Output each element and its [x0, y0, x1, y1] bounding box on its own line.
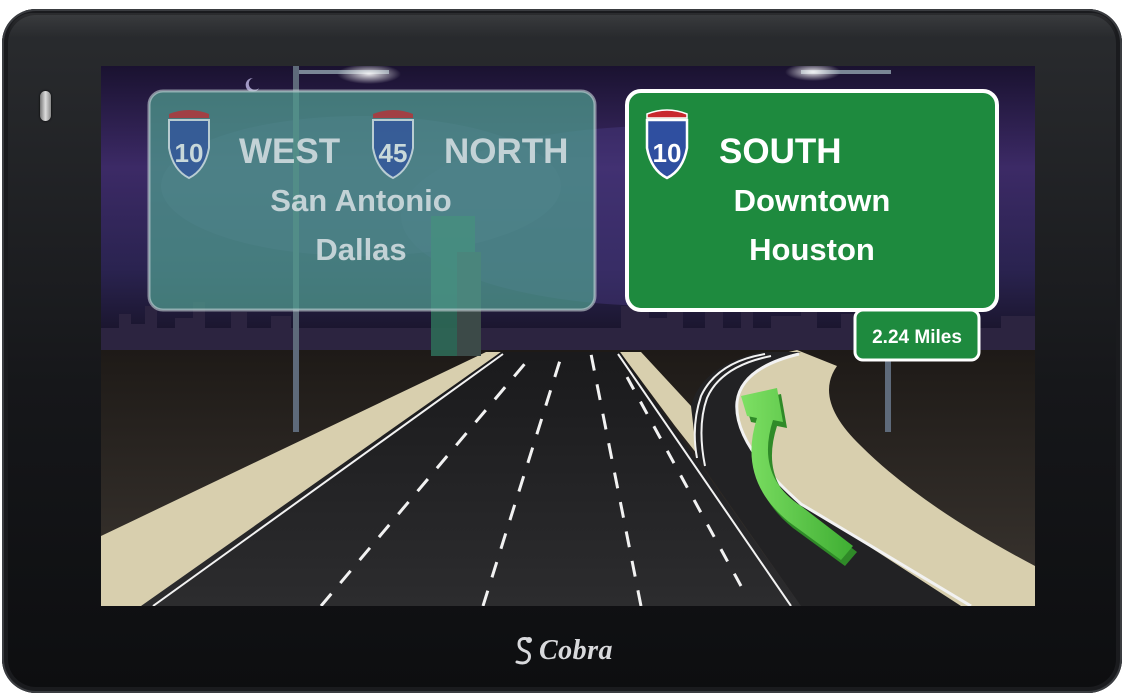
- shield-number: 10: [653, 138, 682, 168]
- shield-number: 10: [175, 138, 204, 168]
- interstate-10-shield-icon: 10: [645, 109, 689, 180]
- route-direction: NORTH: [444, 132, 568, 171]
- destination-text: Downtown: [734, 183, 891, 218]
- lane-guidance-view: 10 WEST 45 NORTH San Antonio Dallas 10 S…: [101, 66, 1035, 606]
- right-guide-sign: 10 SOUTH Downtown Houston: [625, 89, 999, 312]
- interstate-45-shield-icon: 45: [372, 110, 414, 180]
- route-direction: WEST: [239, 132, 340, 171]
- cobra-snake-logo-icon: [515, 637, 532, 665]
- interstate-10-shield-icon: 10: [168, 110, 210, 180]
- destination-text: Houston: [749, 232, 875, 267]
- destination-text: Dallas: [315, 232, 406, 267]
- brand-logo: Cobra: [0, 635, 1124, 672]
- brand-name: Cobra: [538, 635, 614, 666]
- navigation-screen[interactable]: 10 WEST 45 NORTH San Antonio Dallas 10 S…: [101, 66, 1035, 606]
- destination-text: San Antonio: [270, 183, 451, 218]
- distance-plaque: 2.24 Miles: [853, 308, 981, 362]
- left-guide-sign: 10 WEST 45 NORTH San Antonio Dallas: [147, 89, 597, 312]
- light-sensor: [40, 91, 51, 121]
- distance-text: 2.24 Miles: [872, 327, 962, 348]
- shield-number: 45: [379, 138, 408, 168]
- route-direction: SOUTH: [719, 132, 842, 171]
